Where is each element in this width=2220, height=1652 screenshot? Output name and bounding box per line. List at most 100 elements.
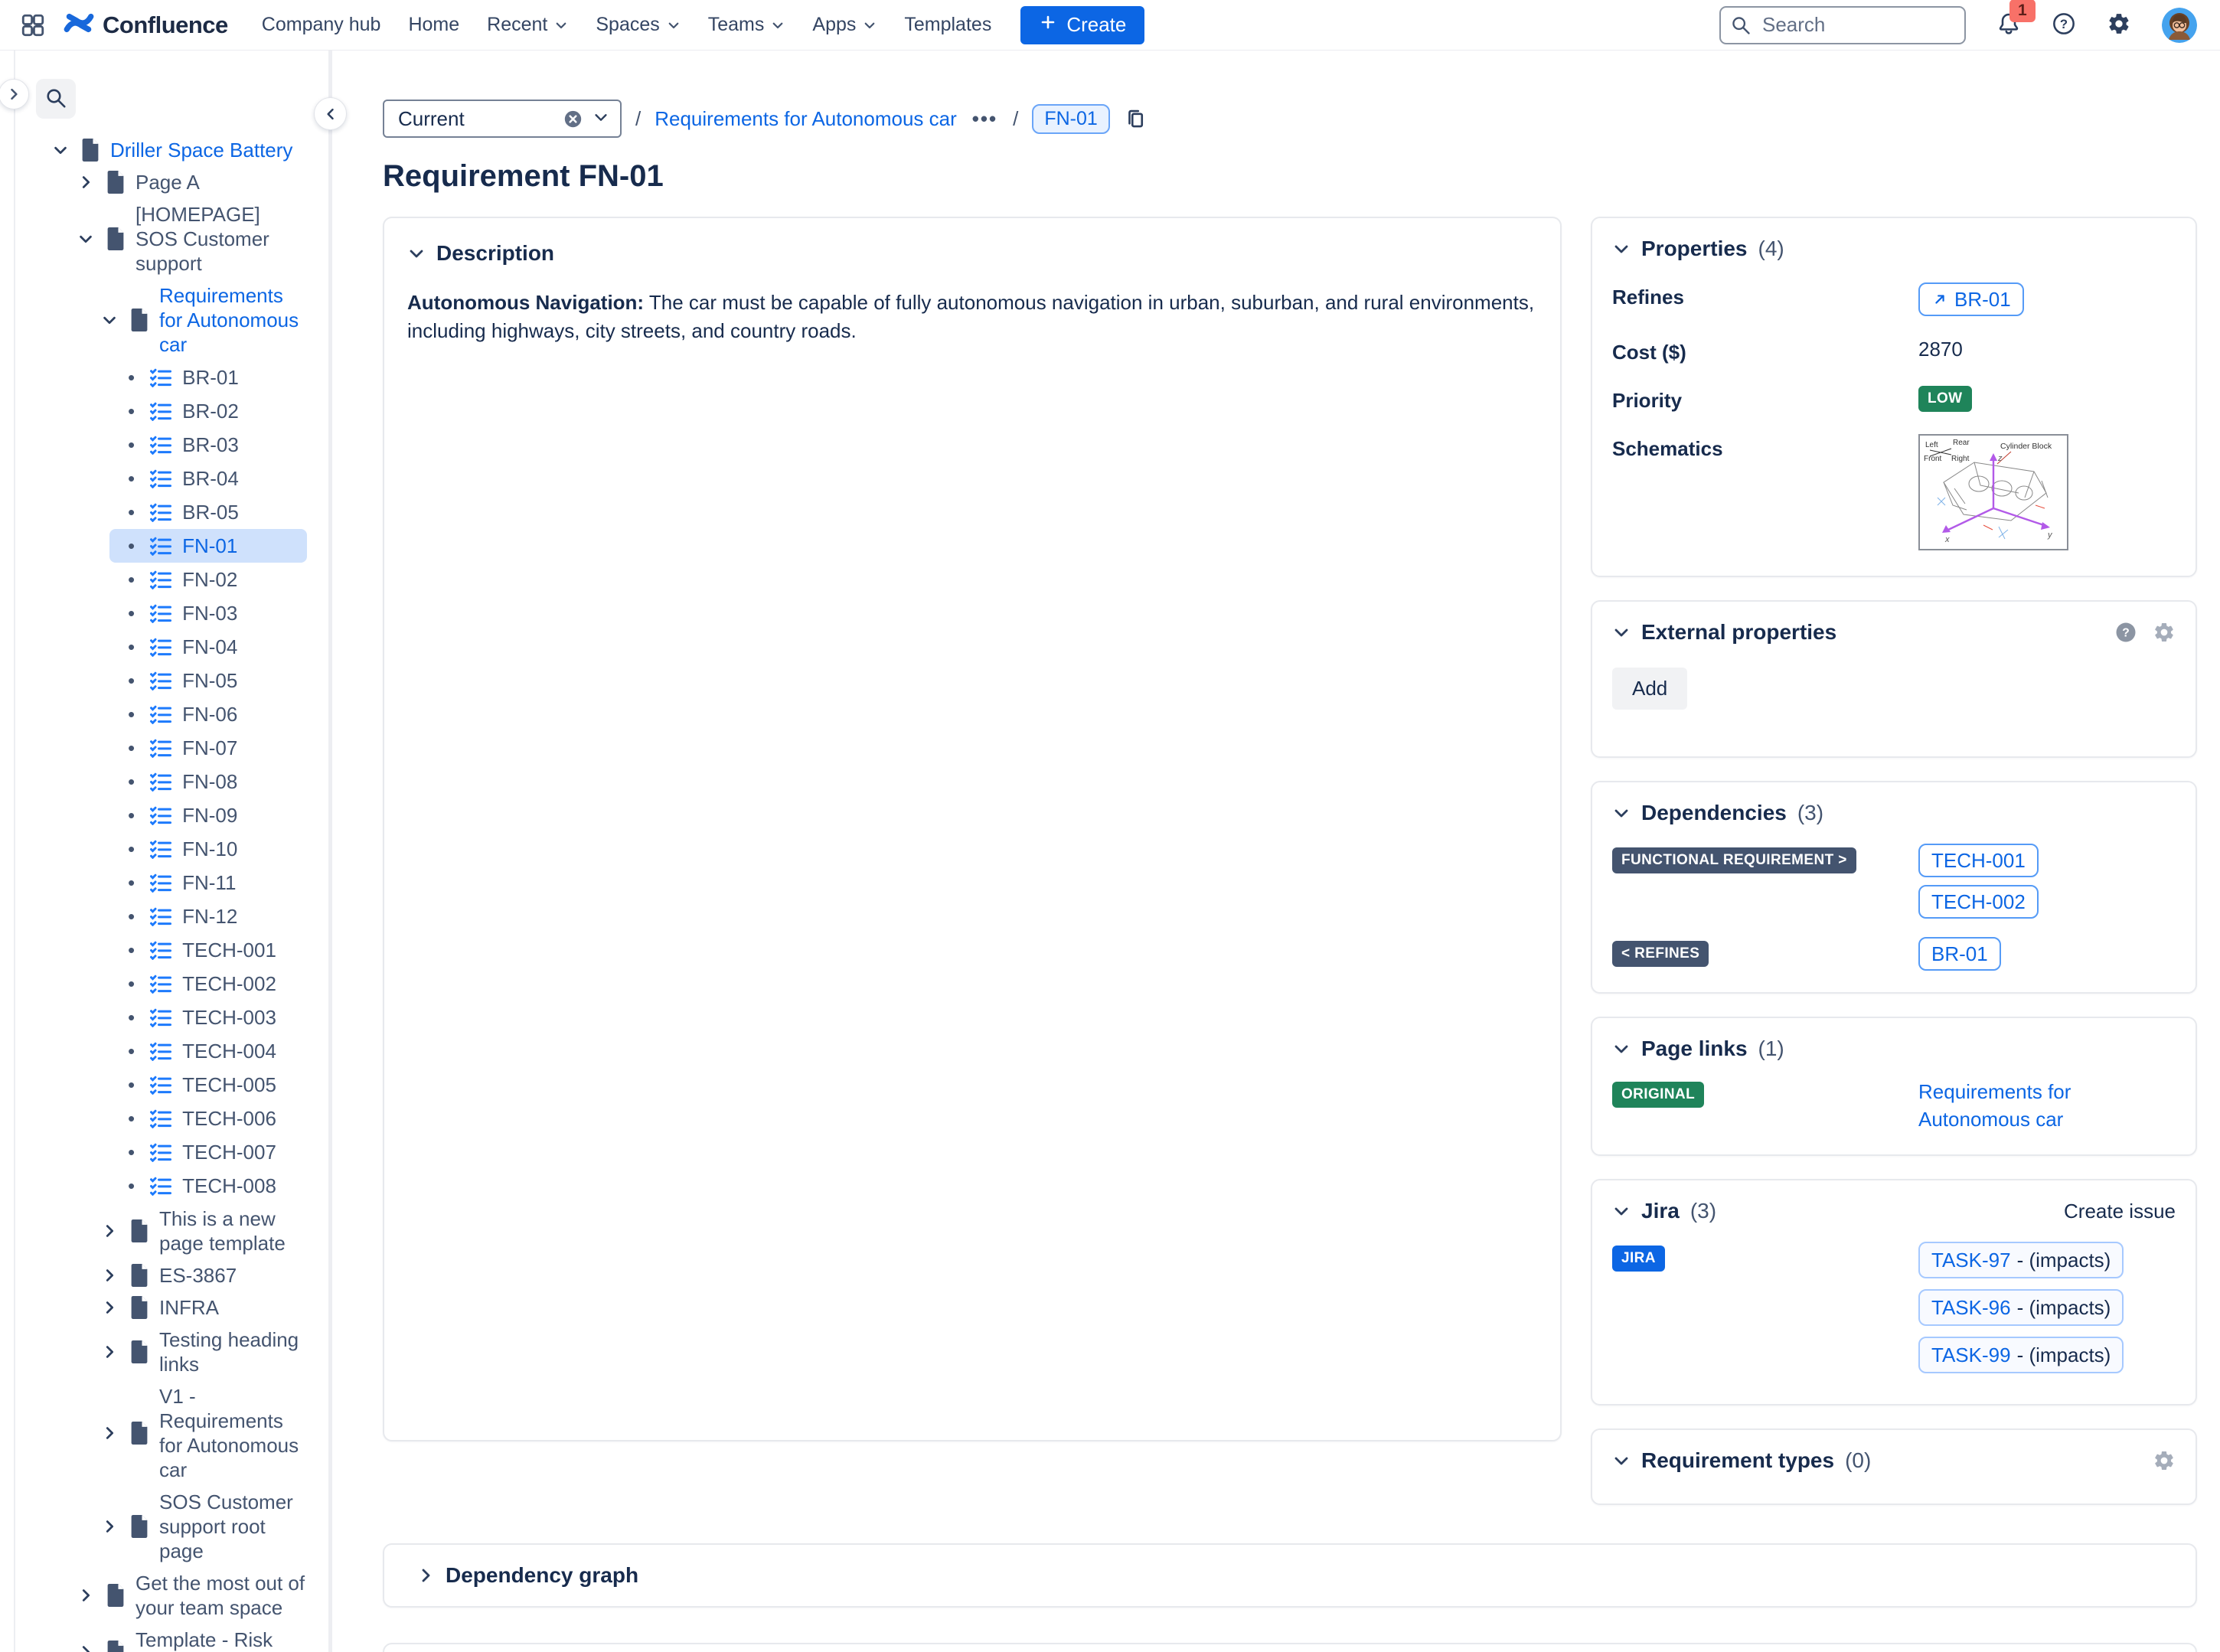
nav-item-home[interactable]: Home: [408, 14, 459, 36]
tree-item-infra[interactable]: INFRA: [15, 1291, 328, 1324]
nav-item-company-hub[interactable]: Company hub: [262, 14, 381, 36]
tree-item-label: FN-04: [182, 635, 238, 658]
collapse-external-properties-button[interactable]: [1612, 623, 1631, 642]
refines-chip[interactable]: BR-01: [1918, 282, 2024, 316]
version-select[interactable]: Current: [383, 100, 622, 138]
tree-item-fn-08[interactable]: • FN-08: [109, 765, 307, 798]
help-button[interactable]: ?: [2052, 11, 2076, 38]
user-avatar[interactable]: [2162, 7, 2197, 43]
tree-item-fn-07[interactable]: • FN-07: [109, 731, 307, 765]
copy-link-button[interactable]: [1124, 107, 1147, 130]
external-properties-help-button[interactable]: ?: [2114, 621, 2137, 644]
tree-item-tech-003[interactable]: • TECH-003: [109, 1001, 307, 1034]
tree-chevron-down-icon[interactable]: [74, 230, 97, 247]
settings-button[interactable]: [2107, 11, 2131, 38]
tree-chevron-right-icon[interactable]: [98, 1425, 121, 1441]
tree-item-fn-10[interactable]: • FN-10: [109, 832, 307, 866]
tree-item-tech-006[interactable]: • TECH-006: [109, 1102, 307, 1135]
collapse-properties-button[interactable]: [1612, 240, 1631, 258]
tree-item-requirements-for-autonomous-car[interactable]: Requirements for Autonomous car: [15, 279, 328, 361]
breadcrumb-current-chip[interactable]: FN-01: [1032, 103, 1110, 134]
collapse-sidebar-button[interactable]: [314, 97, 347, 130]
expand-dependency-graph-button[interactable]: [416, 1566, 435, 1585]
tree-chevron-right-icon[interactable]: [98, 1343, 121, 1360]
jira-issue-chip-task-96[interactable]: TASK-96- (impacts): [1918, 1289, 2124, 1326]
tree-chevron-right-icon[interactable]: [74, 1644, 97, 1652]
collapse-requirement-types-button[interactable]: [1612, 1451, 1631, 1470]
tree-item-fn-12[interactable]: • FN-12: [109, 899, 307, 933]
create-button[interactable]: Create: [1020, 5, 1145, 44]
tree-item-br-04[interactable]: • BR-04: [109, 462, 307, 495]
tree-item-br-01[interactable]: • BR-01: [109, 361, 307, 394]
nav-item-recent[interactable]: Recent: [487, 14, 568, 36]
tree-chevron-down-icon[interactable]: [49, 142, 72, 158]
tree-item-tech-008[interactable]: • TECH-008: [109, 1169, 307, 1203]
tree-item-es-3867[interactable]: ES-3867: [15, 1259, 328, 1291]
page-link-original[interactable]: Requirements for Autonomous car: [1918, 1078, 2176, 1133]
sidebar-search-button[interactable]: [36, 79, 76, 119]
app-switcher-icon[interactable]: [20, 12, 46, 38]
tree-item-tech-005[interactable]: • TECH-005: [109, 1068, 307, 1102]
add-external-property-button[interactable]: Add: [1612, 668, 1688, 710]
tree-item-driller-space-battery[interactable]: Driller Space Battery: [15, 134, 328, 166]
tree-item-br-05[interactable]: • BR-05: [109, 495, 307, 529]
tree-chevron-right-icon[interactable]: [98, 1267, 121, 1284]
breadcrumb-overflow-button[interactable]: •••: [971, 107, 999, 131]
tree-item-fn-09[interactable]: • FN-09: [109, 798, 307, 832]
nav-item-templates[interactable]: Templates: [904, 14, 991, 36]
tree-item-fn-05[interactable]: • FN-05: [109, 664, 307, 697]
nav-item-teams[interactable]: Teams: [708, 14, 785, 36]
tree-item-fn-02[interactable]: • FN-02: [109, 563, 307, 596]
tree-item-testing-heading-links[interactable]: Testing heading links: [15, 1324, 328, 1380]
tree-item-fn-04[interactable]: • FN-04: [109, 630, 307, 664]
tree-item-homepage-sos-customer-support[interactable]: [HOMEPAGE] SOS Customer support: [15, 198, 328, 279]
dependency-chip-tech-002[interactable]: TECH-002: [1918, 885, 2039, 919]
nav-item-apps[interactable]: Apps: [812, 14, 877, 36]
requirement-types-settings-button[interactable]: [2153, 1449, 2176, 1472]
tree-item-tech-002[interactable]: • TECH-002: [109, 967, 307, 1001]
tree-chevron-right-icon[interactable]: [74, 174, 97, 191]
schematics-thumbnail[interactable]: Left Rear Front Right Cylinder Block x y…: [1918, 434, 2068, 554]
jira-issue-chip-task-97[interactable]: TASK-97- (impacts): [1918, 1242, 2124, 1278]
requirement-icon: [149, 1007, 173, 1027]
tree-chevron-down-icon[interactable]: [98, 312, 121, 328]
breadcrumb-parent-link[interactable]: Requirements for Autonomous car: [655, 107, 957, 131]
collapse-description-button[interactable]: [407, 244, 426, 263]
tree-item-v1-requirements-for-autonomous-car[interactable]: V1 - Requirements for Autonomous car: [15, 1380, 328, 1486]
nav-item-spaces[interactable]: Spaces: [596, 14, 680, 36]
collapse-page-links-button[interactable]: [1612, 1040, 1631, 1058]
jira-issue-chip-task-99[interactable]: TASK-99- (impacts): [1918, 1337, 2124, 1373]
tree-item-fn-06[interactable]: • FN-06: [109, 697, 307, 731]
collapse-dependencies-button[interactable]: [1612, 804, 1631, 822]
search-input[interactable]: [1719, 5, 1966, 44]
clear-version-button[interactable]: [563, 109, 583, 129]
tree-item-sos-customer-support-root-page[interactable]: SOS Customer support root page: [15, 1486, 328, 1567]
tree-chevron-right-icon[interactable]: [98, 1299, 121, 1316]
tree-item-get-the-most-out-of-your-team-space[interactable]: Get the most out of your team space: [15, 1567, 328, 1624]
tree-item-this-is-a-new-page-template[interactable]: This is a new page template: [15, 1203, 328, 1259]
tree-item-fn-03[interactable]: • FN-03: [109, 596, 307, 630]
tree-item-fn-11[interactable]: • FN-11: [109, 866, 307, 899]
confluence-logo[interactable]: Confluence: [63, 7, 228, 43]
refines-label: Refines: [1612, 286, 1684, 309]
tree-item-tech-007[interactable]: • TECH-007: [109, 1135, 307, 1169]
bullet: •: [128, 534, 135, 557]
dependency-chip-br-01[interactable]: BR-01: [1918, 937, 2001, 971]
tree-chevron-right-icon[interactable]: [98, 1223, 121, 1239]
tree-item-page-a[interactable]: Page A: [15, 166, 328, 198]
external-properties-settings-button[interactable]: [2153, 621, 2176, 644]
collapse-jira-button[interactable]: [1612, 1202, 1631, 1220]
tree-item-fn-01[interactable]: • FN-01: [109, 529, 307, 563]
tree-item-br-02[interactable]: • BR-02: [109, 394, 307, 428]
tree-item-br-03[interactable]: • BR-03: [109, 428, 307, 462]
create-issue-button[interactable]: Create issue: [2064, 1200, 2176, 1223]
notifications-button[interactable]: 1: [1996, 0, 2036, 38]
tree-item-template-risk-assessment[interactable]: Template - Risk assessment: [15, 1624, 328, 1652]
tree-chevron-right-icon[interactable]: [98, 1518, 121, 1535]
sidebar-resize-divider[interactable]: [328, 51, 332, 1652]
tree-chevron-right-icon[interactable]: [74, 1587, 97, 1604]
right-column: Properties (4) Refines BR-01 Cost ($) 28…: [1591, 217, 2197, 1505]
tree-item-tech-001[interactable]: • TECH-001: [109, 933, 307, 967]
dependency-chip-tech-001[interactable]: TECH-001: [1918, 844, 2039, 877]
tree-item-tech-004[interactable]: • TECH-004: [109, 1034, 307, 1068]
